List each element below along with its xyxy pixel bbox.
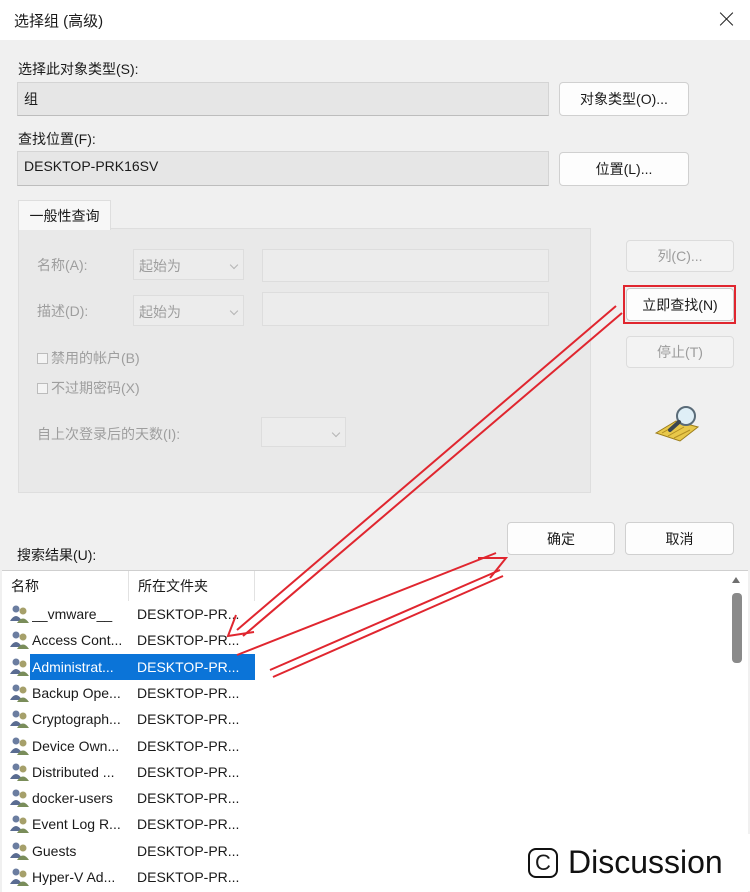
- name-label: 名称(A):: [37, 257, 88, 273]
- group-icon: [8, 788, 30, 808]
- row-name: Backup Ope...: [32, 684, 121, 701]
- row-folder: DESKTOP-PR...: [137, 869, 240, 885]
- table-row[interactable]: Cryptograph... DESKTOP-PR...: [2, 706, 732, 732]
- table-row[interactable]: Device Own... DESKTOP-PR...: [2, 733, 732, 759]
- disabled-accounts-checkbox[interactable]: 禁用的帐户(B): [37, 348, 140, 368]
- row-folder: DESKTOP-PR...: [137, 632, 240, 649]
- stop-button[interactable]: 停止(T): [626, 336, 734, 368]
- name-mode-value: 起始为: [139, 258, 181, 274]
- days-since-logon-select[interactable]: [261, 417, 346, 447]
- row-folder: DESKTOP-PR...: [137, 711, 240, 728]
- scroll-up-icon[interactable]: [732, 577, 740, 583]
- group-icon: [8, 867, 30, 887]
- tab-general-query[interactable]: 一般性查询: [18, 200, 111, 230]
- description-input[interactable]: [262, 292, 549, 326]
- row-folder: DESKTOP-PR...: [137, 842, 240, 859]
- column-header-folder[interactable]: 所在文件夹: [129, 571, 255, 601]
- group-icon: [8, 630, 30, 650]
- chevron-down-icon: [331, 428, 341, 438]
- name-input[interactable]: [262, 249, 549, 282]
- location-field: DESKTOP-PRK16SV: [17, 151, 549, 186]
- row-folder: DESKTOP-PR...: [137, 737, 240, 754]
- description-mode-select[interactable]: 起始为: [133, 295, 244, 326]
- group-icon: [8, 762, 30, 782]
- chevron-down-icon: [229, 260, 239, 270]
- table-row[interactable]: Administrat... DESKTOP-PR...: [2, 653, 732, 680]
- watermark: C Discussion: [520, 834, 750, 891]
- row-name: Event Log R...: [32, 816, 121, 833]
- table-row[interactable]: __vmware__ DESKTOP-PR...: [2, 601, 732, 627]
- object-type-label: 选择此对象类型(S):: [18, 61, 139, 77]
- group-icon: [8, 841, 30, 861]
- find-now-button[interactable]: 立即查找(N): [626, 288, 734, 321]
- row-name: Cryptograph...: [32, 711, 121, 728]
- non-expiring-password-label: 不过期密码(X): [51, 380, 140, 396]
- group-icon: [8, 814, 30, 834]
- row-folder: DESKTOP-PR...: [137, 658, 240, 675]
- days-since-logon-label: 自上次登录后的天数(I):: [37, 426, 181, 442]
- group-icon: [8, 736, 30, 756]
- columns-button[interactable]: 列(C)...: [626, 240, 734, 272]
- row-folder: DESKTOP-PR...: [137, 816, 240, 833]
- ok-button[interactable]: 确定: [507, 522, 615, 555]
- row-name: Access Cont...: [32, 632, 123, 649]
- group-icon: [8, 604, 30, 624]
- description-label: 描述(D):: [37, 303, 89, 319]
- row-name: Guests: [32, 842, 77, 859]
- close-icon[interactable]: [704, 0, 750, 40]
- row-folder: DESKTOP-PR...: [137, 790, 240, 807]
- checkbox-icon: [37, 352, 48, 364]
- row-name: __vmware__: [32, 606, 113, 622]
- scrollbar-thumb[interactable]: [732, 593, 742, 663]
- watermark-logo: C: [528, 847, 558, 878]
- description-mode-value: 起始为: [139, 304, 181, 320]
- row-folder: DESKTOP-PR...: [137, 763, 240, 780]
- cancel-button[interactable]: 取消: [625, 522, 734, 555]
- name-mode-select[interactable]: 起始为: [133, 249, 244, 280]
- object-types-button[interactable]: 对象类型(O)...: [559, 82, 689, 116]
- column-header-name[interactable]: 名称: [2, 571, 129, 601]
- location-label: 查找位置(F):: [18, 131, 96, 147]
- row-name: Device Own...: [32, 737, 120, 754]
- group-icon: [8, 709, 30, 729]
- table-row[interactable]: Distributed ... DESKTOP-PR...: [2, 759, 732, 785]
- non-expiring-password-checkbox[interactable]: 不过期密码(X): [37, 378, 140, 398]
- table-row[interactable]: docker-users DESKTOP-PR...: [2, 785, 732, 811]
- row-folder: DESKTOP-PR...: [137, 684, 240, 701]
- checkbox-icon: [37, 382, 48, 394]
- table-row[interactable]: Backup Ope... DESKTOP-PR...: [2, 680, 732, 706]
- locations-button[interactable]: 位置(L)...: [559, 152, 689, 186]
- search-magnifier-icon: [654, 406, 700, 442]
- group-icon: [8, 683, 30, 703]
- group-icon: [8, 657, 30, 677]
- object-type-field: 组: [17, 82, 549, 116]
- title-bar: 选择组 (高级): [0, 0, 750, 40]
- row-name: docker-users: [32, 790, 113, 807]
- disabled-accounts-label: 禁用的帐户(B): [51, 350, 140, 366]
- chevron-down-icon: [229, 306, 239, 316]
- window-title: 选择组 (高级): [14, 13, 104, 30]
- table-row[interactable]: Access Cont... DESKTOP-PR...: [2, 627, 732, 653]
- row-name: Distributed ...: [32, 763, 115, 780]
- row-folder: DESKTOP-PR...: [137, 606, 240, 622]
- row-name: Administrat...: [32, 658, 114, 675]
- watermark-text: Discussion: [568, 844, 723, 880]
- row-name: Hyper-V Ad...: [32, 869, 116, 885]
- search-results-label: 搜索结果(U):: [17, 547, 97, 563]
